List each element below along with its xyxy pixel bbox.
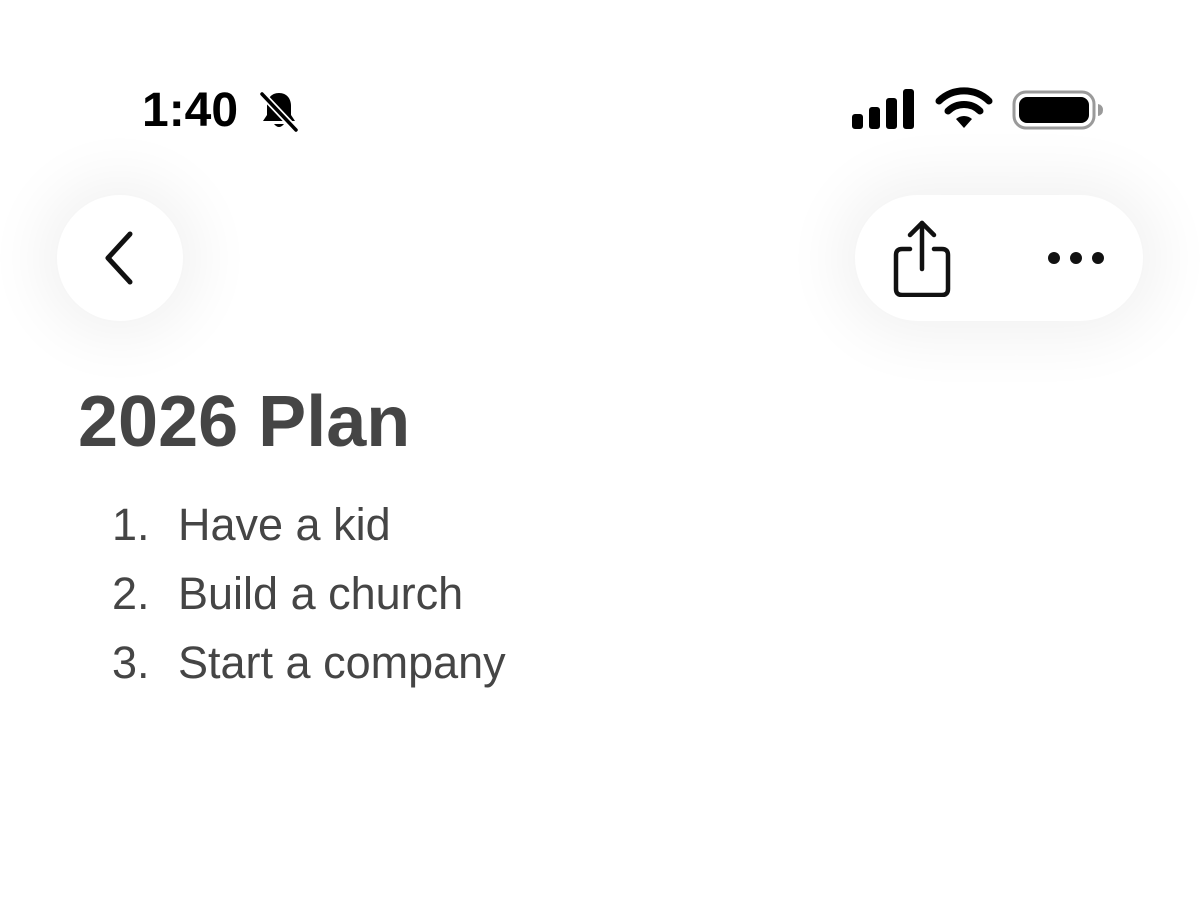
back-button[interactable] <box>57 195 183 321</box>
ellipsis-icon <box>1048 252 1104 264</box>
bell-slash-icon <box>258 90 300 134</box>
note-title[interactable]: 2026 Plan <box>78 380 410 464</box>
cellular-signal-icon <box>852 89 914 129</box>
list-item[interactable]: 1. Have a kid <box>112 490 506 559</box>
list-item[interactable]: 3. Start a company <box>112 628 506 697</box>
more-button[interactable] <box>1034 220 1118 296</box>
share-button[interactable] <box>880 210 964 306</box>
list-item-number: 2. <box>112 568 150 619</box>
list-item-number: 3. <box>112 637 150 688</box>
share-icon <box>893 220 951 297</box>
list-item-number: 1. <box>112 499 150 550</box>
note-screen: 1:40 2026 Plan 1. Have a kid 2. Build a … <box>0 0 1200 912</box>
list-item-text[interactable]: Build a church <box>178 559 463 628</box>
wifi-icon <box>935 87 993 128</box>
battery-icon <box>1012 90 1103 130</box>
list-item-text[interactable]: Have a kid <box>178 490 391 559</box>
list-item-text[interactable]: Start a company <box>178 628 506 697</box>
note-list[interactable]: 1. Have a kid 2. Build a church 3. Start… <box>112 490 506 697</box>
status-time: 1:40 <box>142 84 239 137</box>
chevron-left-icon <box>105 231 133 285</box>
list-item[interactable]: 2. Build a church <box>112 559 506 628</box>
